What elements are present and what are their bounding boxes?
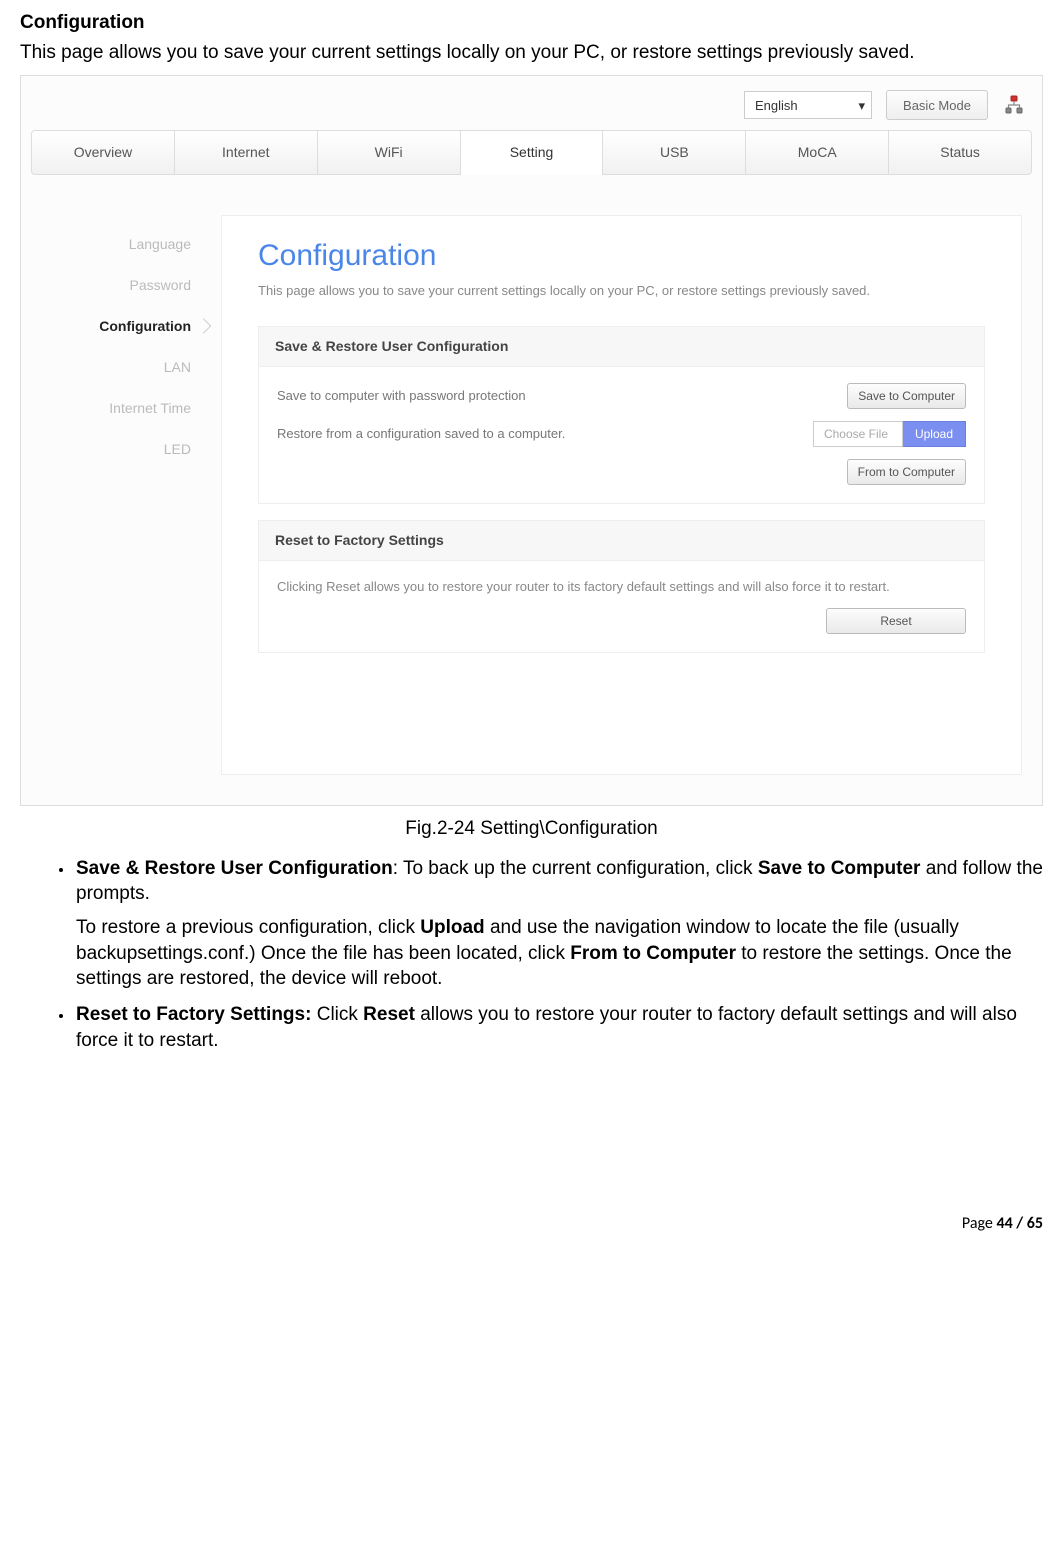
footer-page: 44 / 65 [996, 1214, 1043, 1233]
doc-heading: Configuration [20, 10, 1043, 36]
sidebar-item-language[interactable]: Language [41, 235, 191, 254]
dropdown-icon: ▾ [858, 97, 865, 115]
restore-row: Restore from a configuration saved to a … [277, 421, 966, 447]
doc-intro: This page allows you to save your curren… [20, 40, 1043, 66]
sidebar: Language Password Configuration LAN Inte… [41, 215, 191, 775]
tab-setting[interactable]: Setting [461, 130, 604, 175]
bullet1-text-a: : To back up the current configuration, … [393, 858, 758, 879]
save-row: Save to computer with password protectio… [277, 383, 966, 409]
bullet1-label: Save & Restore User Configuration [76, 858, 393, 879]
page-footer: Page 44 / 65 [20, 1213, 1043, 1235]
bullet1-p2-b: Upload [420, 917, 484, 938]
basic-mode-button[interactable]: Basic Mode [886, 90, 988, 120]
tab-status[interactable]: Status [889, 130, 1032, 175]
file-chooser: Choose File Upload [813, 421, 966, 447]
choose-file-input[interactable]: Choose File [813, 421, 903, 447]
sidebar-item-led[interactable]: LED [41, 440, 191, 459]
language-select[interactable]: English ▾ [744, 91, 872, 119]
tab-usb[interactable]: USB [603, 130, 746, 175]
bullet-save-restore: Save & Restore User Configuration: To ba… [74, 856, 1043, 992]
bullet-reset: Reset to Factory Settings: Click Reset a… [74, 1002, 1043, 1053]
tab-bar: Overview Internet WiFi Setting USB MoCA … [31, 130, 1032, 175]
upload-button[interactable]: Upload [903, 421, 966, 447]
save-to-computer-button[interactable]: Save to Computer [847, 383, 966, 409]
tab-overview[interactable]: Overview [31, 130, 175, 175]
save-row-text: Save to computer with password protectio… [277, 387, 837, 405]
page-title: Configuration [258, 236, 985, 277]
sidebar-item-configuration[interactable]: Configuration [41, 317, 191, 336]
bullet-list: Save & Restore User Configuration: To ba… [20, 856, 1043, 1053]
top-bar: English ▾ Basic Mode [21, 76, 1042, 130]
page-subtitle: This page allows you to save your curren… [258, 281, 985, 301]
restore-row-text: Restore from a configuration saved to a … [277, 425, 803, 443]
footer-prefix: Page [962, 1214, 997, 1233]
screenshot-figure: English ▾ Basic Mode Overview Internet W… [20, 75, 1043, 806]
section-head-save-restore: Save & Restore User Configuration [259, 327, 984, 367]
from-to-computer-button[interactable]: From to Computer [847, 459, 966, 485]
section-reset: Reset to Factory Settings Clicking Reset… [258, 520, 985, 653]
section-head-reset: Reset to Factory Settings [259, 521, 984, 561]
reset-description: Clicking Reset allows you to restore you… [277, 577, 966, 597]
bullet2-a: Click [311, 1004, 363, 1025]
language-select-value: English [755, 97, 798, 115]
content-panel: Configuration This page allows you to sa… [221, 215, 1022, 775]
tab-wifi[interactable]: WiFi [318, 130, 461, 175]
bullet2-b: Reset [363, 1004, 415, 1025]
sidebar-item-lan[interactable]: LAN [41, 358, 191, 377]
bullet2-label: Reset to Factory Settings: [76, 1004, 311, 1025]
tab-internet[interactable]: Internet [175, 130, 318, 175]
sidebar-item-password[interactable]: Password [41, 276, 191, 295]
reset-button[interactable]: Reset [826, 608, 966, 634]
bullet1-text-b: Save to Computer [758, 858, 921, 879]
main-area: Language Password Configuration LAN Inte… [21, 175, 1042, 805]
basic-mode-label: Basic Mode [903, 97, 971, 115]
section-save-restore: Save & Restore User Configuration Save t… [258, 326, 985, 504]
network-status-icon[interactable] [1002, 93, 1026, 117]
bullet1-p2-d: From to Computer [570, 943, 736, 964]
figure-caption: Fig.2-24 Setting\Configuration [20, 816, 1043, 842]
tab-moca[interactable]: MoCA [746, 130, 889, 175]
bullet1-p2-a: To restore a previous configuration, cli… [76, 917, 420, 938]
sidebar-item-internet-time[interactable]: Internet Time [41, 399, 191, 418]
